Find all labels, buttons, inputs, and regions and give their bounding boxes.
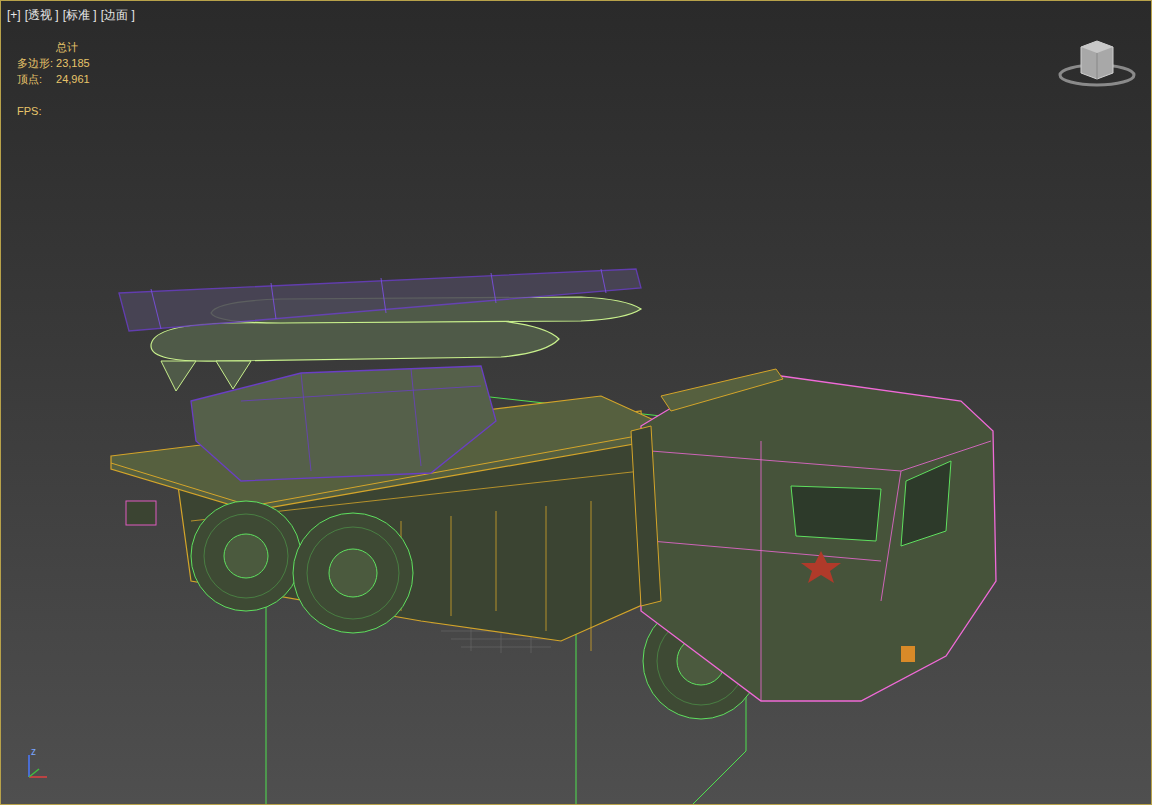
viewport-label-bar: [+] [透视 ][标准 ][边面 ] xyxy=(7,7,135,23)
stat-label: 顶点: xyxy=(17,71,53,87)
stat-label: 多边形: xyxy=(17,55,53,71)
truck-model-icon[interactable] xyxy=(1,1,1152,805)
viewcube-icon[interactable] xyxy=(1057,37,1137,91)
stat-value: 23,185 xyxy=(56,55,90,71)
viewport-menu-label[interactable]: [透视 ] xyxy=(25,7,59,23)
viewport-menu-label[interactable]: [标准 ] xyxy=(63,7,97,23)
viewport-menu-label[interactable]: [边面 ] xyxy=(101,7,135,23)
stat-value: 24,961 xyxy=(56,71,90,87)
perspective-viewport[interactable]: [+] [透视 ][标准 ][边面 ] 总计多边形:23,185顶点:24,961… xyxy=(0,0,1152,805)
statistics-panel: 总计多边形:23,185顶点:24,961 FPS: xyxy=(17,39,90,119)
axis-labels: z xyxy=(31,747,36,757)
stats-header: 总计 xyxy=(56,39,90,55)
viewport-menu-label[interactable]: [+] xyxy=(7,7,21,23)
fps-label: FPS: xyxy=(17,103,90,119)
stats-spacer xyxy=(17,39,53,55)
axis-label: z xyxy=(31,746,36,757)
